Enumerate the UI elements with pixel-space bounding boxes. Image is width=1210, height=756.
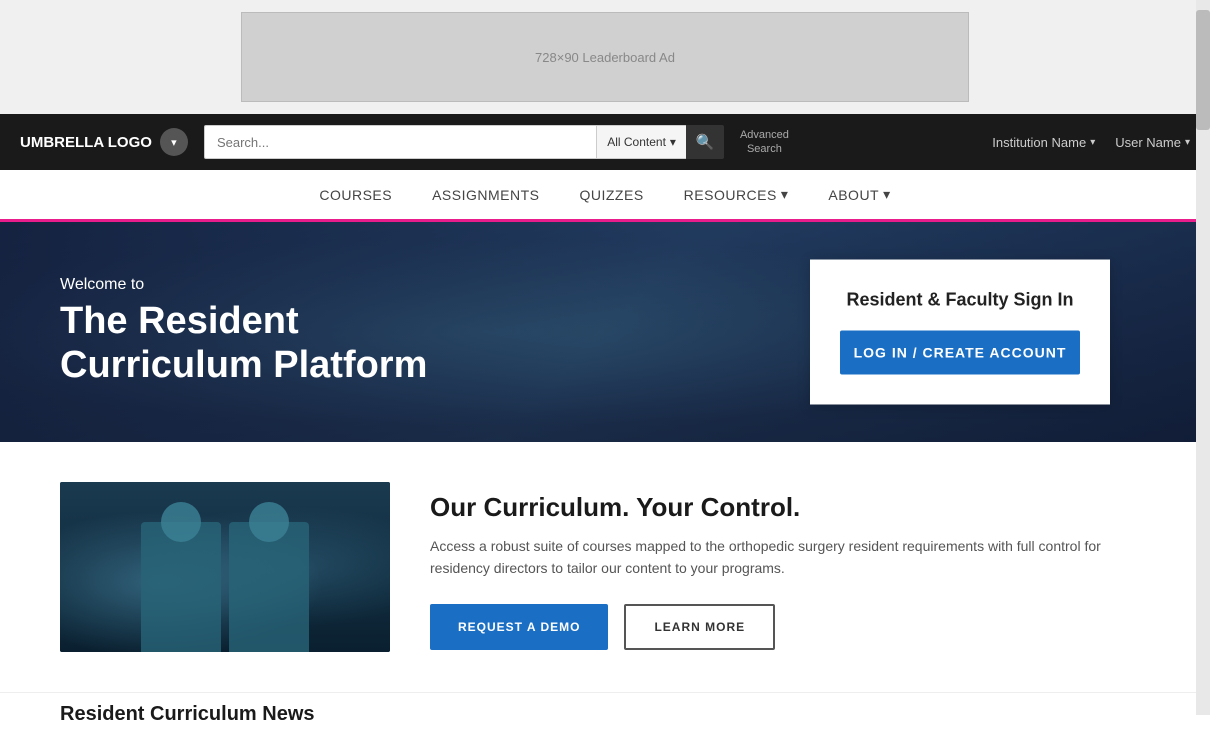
ad-banner-wrapper: 728×90 Leaderboard Ad [0, 0, 1210, 114]
hero-title: The Resident Curriculum Platform [60, 300, 427, 387]
curriculum-image [60, 482, 390, 652]
institution-dropdown[interactable]: Institution Name ▾ [992, 135, 1095, 150]
nav-resources[interactable]: RESOURCES ▾ [684, 186, 789, 203]
search-input[interactable] [204, 125, 596, 159]
scrollbar-thumb[interactable] [1196, 10, 1210, 130]
about-chevron-icon: ▾ [883, 186, 891, 203]
curriculum-buttons: REQUEST A DEMO LEARN MORE [430, 604, 1150, 650]
news-section: Resident Curriculum News [0, 692, 1210, 756]
leaderboard-ad: 728×90 Leaderboard Ad [241, 12, 969, 102]
header-right: Institution Name ▾ User Name ▾ [992, 135, 1190, 150]
search-button[interactable]: 🔍 [686, 125, 724, 159]
image-figures [60, 482, 390, 652]
nav-about[interactable]: ABOUT ▾ [828, 186, 890, 203]
curriculum-section: Our Curriculum. Your Control. Access a r… [0, 442, 1210, 692]
user-chevron-icon: ▾ [1185, 137, 1190, 148]
sign-in-title: Resident & Faculty Sign In [840, 290, 1080, 311]
hero-content: Welcome to The Resident Curriculum Platf… [0, 276, 487, 387]
curriculum-text: Our Curriculum. Your Control. Access a r… [430, 482, 1150, 650]
user-dropdown[interactable]: User Name ▾ [1115, 135, 1190, 150]
advanced-search-link[interactable]: AdvancedSearch [740, 128, 789, 157]
institution-chevron-icon: ▾ [1090, 137, 1095, 148]
nav-courses[interactable]: COURSES [319, 187, 392, 203]
search-area: All Content ▾ 🔍 [204, 125, 724, 159]
scrollbar[interactable] [1196, 0, 1210, 715]
nav-assignments[interactable]: ASSIGNMENTS [432, 187, 539, 203]
request-demo-button[interactable]: REQUEST A DEMO [430, 604, 608, 650]
hero-welcome-text: Welcome to [60, 276, 427, 294]
sign-in-card: Resident & Faculty Sign In LOG IN / CREA… [810, 260, 1110, 405]
logo-text: UMBRELLA LOGO [20, 134, 152, 151]
nav-quizzes[interactable]: QUIZZES [579, 187, 643, 203]
login-button[interactable]: LOG IN / CREATE ACCOUNT [840, 331, 1080, 375]
curriculum-heading: Our Curriculum. Your Control. [430, 492, 1150, 523]
search-icon: 🔍 [696, 133, 715, 151]
logo-area: UMBRELLA LOGO ▾ [20, 128, 188, 156]
curriculum-description: Access a robust suite of courses mapped … [430, 535, 1150, 580]
nav-bar: COURSES ASSIGNMENTS QUIZZES RESOURCES ▾ … [0, 170, 1210, 222]
header: UMBRELLA LOGO ▾ All Content ▾ 🔍 Advanced… [0, 114, 1210, 170]
logo-dropdown-button[interactable]: ▾ [160, 128, 188, 156]
content-filter-dropdown[interactable]: All Content ▾ [596, 125, 686, 159]
figure-1 [141, 522, 221, 652]
figure-2 [229, 522, 309, 652]
resources-chevron-icon: ▾ [781, 186, 789, 203]
hero-section: Welcome to The Resident Curriculum Platf… [0, 222, 1210, 442]
learn-more-button[interactable]: LEARN MORE [624, 604, 775, 650]
